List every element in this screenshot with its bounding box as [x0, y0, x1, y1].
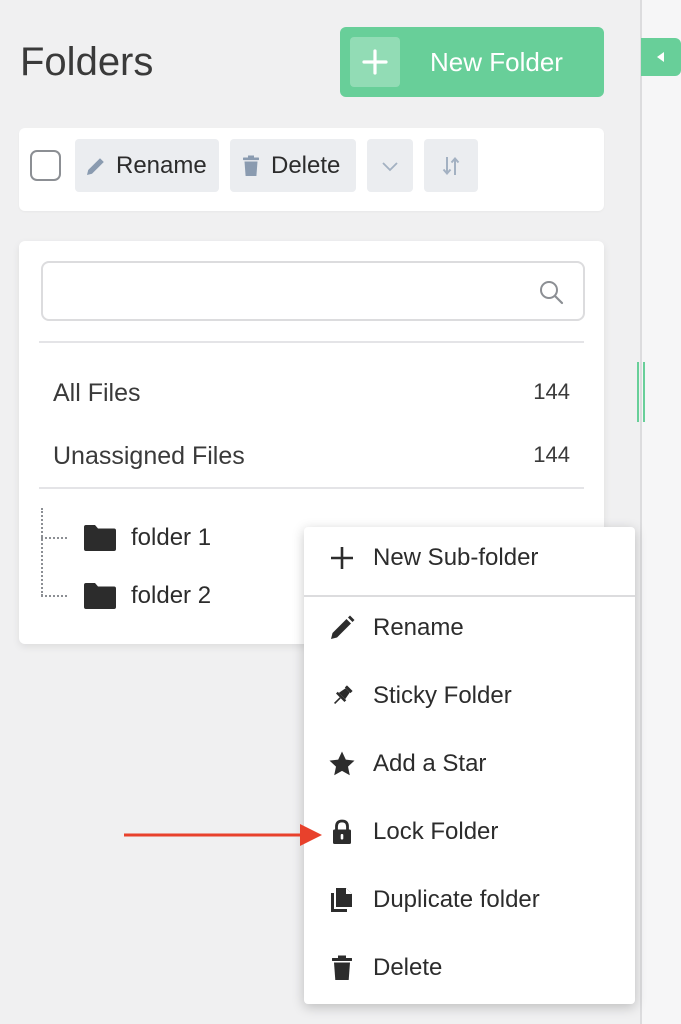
more-actions-button[interactable]: [367, 139, 413, 192]
menu-item-label: Add a Star: [373, 750, 487, 777]
tree-connector: [41, 595, 67, 597]
trash-icon: [332, 955, 352, 980]
side-panel-edge: [640, 0, 681, 1024]
menu-item-label: Sticky Folder: [373, 682, 512, 709]
menu-item-rename[interactable]: Rename: [328, 614, 464, 642]
tree-connector: [41, 508, 43, 596]
sort-icon: [442, 156, 460, 175]
collapse-sidebar-button[interactable]: [641, 38, 681, 76]
search-input[interactable]: [55, 275, 535, 307]
rename-button[interactable]: Rename: [75, 139, 219, 192]
trash-icon: [243, 155, 259, 176]
new-folder-button[interactable]: New Folder: [340, 27, 604, 97]
folder-name: folder 2: [131, 582, 212, 609]
filter-label: All Files: [53, 379, 141, 407]
filter-unassigned-files[interactable]: Unassigned Files 144: [53, 442, 570, 471]
pin-icon: [334, 685, 353, 704]
filter-label: Unassigned Files: [53, 442, 245, 470]
search-icon: [540, 281, 564, 305]
select-all-checkbox[interactable]: [30, 150, 61, 181]
delete-label: Delete: [271, 151, 341, 179]
plus-icon: [331, 547, 353, 569]
menu-item-add-a-star[interactable]: Add a Star: [328, 750, 486, 778]
folder-item[interactable]: folder 1: [83, 523, 211, 553]
sort-button[interactable]: [424, 139, 478, 192]
menu-item-label: New Sub-folder: [373, 544, 539, 571]
chevron-down-icon: [382, 161, 398, 171]
folder-item[interactable]: folder 2: [83, 581, 211, 611]
divider: [39, 487, 584, 489]
folder-context-menu: New Sub-folder Rename Sticky Folder Add …: [304, 527, 635, 1004]
new-folder-label: New Folder: [430, 46, 563, 77]
menu-separator: [304, 595, 635, 597]
page-title: Folders: [20, 40, 154, 84]
plus-icon: [350, 37, 400, 87]
tree-connector: [41, 537, 67, 539]
folder-name: folder 1: [131, 524, 212, 551]
menu-item-sticky-folder[interactable]: Sticky Folder: [328, 682, 512, 710]
menu-item-new-sub-folder[interactable]: New Sub-folder: [328, 544, 538, 572]
folder-icon: [84, 583, 116, 609]
annotation-arrow-icon: [124, 824, 322, 846]
menu-item-label: Rename: [373, 614, 464, 641]
menu-item-lock-folder[interactable]: Lock Folder: [328, 818, 498, 846]
sidebar-resize-handle[interactable]: [636, 362, 646, 422]
folder-toolbar: Rename Delete: [19, 128, 604, 211]
menu-item-label: Duplicate folder: [373, 886, 540, 913]
menu-item-label: Lock Folder: [373, 818, 499, 845]
pencil-icon: [331, 615, 355, 639]
divider: [39, 341, 584, 343]
menu-item-duplicate-folder[interactable]: Duplicate folder: [328, 886, 540, 914]
menu-item-delete[interactable]: Delete: [328, 954, 442, 982]
folder-icon: [84, 525, 116, 551]
menu-item-label: Delete: [373, 954, 443, 981]
delete-button[interactable]: Delete: [230, 139, 356, 192]
lock-icon: [333, 819, 351, 844]
filter-all-files[interactable]: All Files 144: [53, 379, 570, 408]
filter-count: 144: [533, 442, 570, 467]
rename-label: Rename: [116, 151, 207, 179]
filter-count: 144: [533, 379, 570, 404]
search-field[interactable]: [41, 261, 585, 321]
duplicate-icon: [331, 888, 352, 912]
star-icon: [329, 751, 355, 776]
caret-left-icon: [657, 52, 664, 62]
pencil-icon: [87, 157, 104, 175]
